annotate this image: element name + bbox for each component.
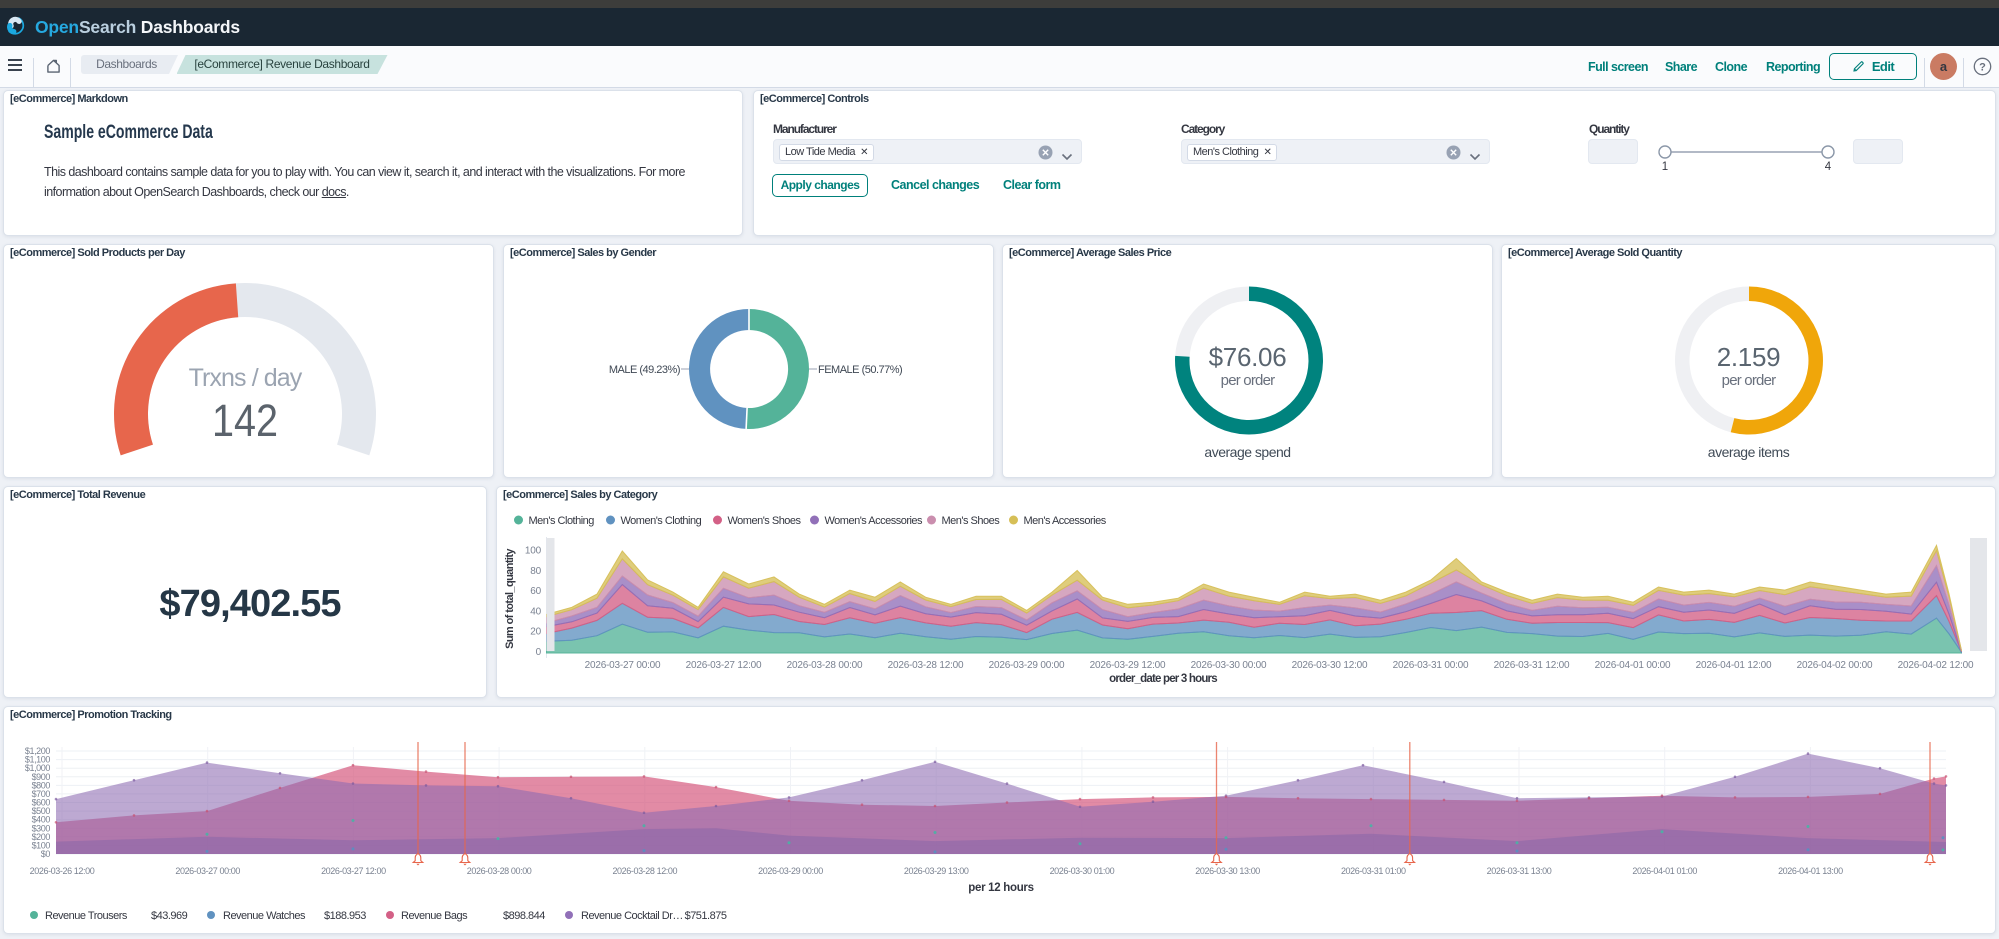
svg-text:2026-03-28 12:00: 2026-03-28 12:00 bbox=[888, 660, 964, 671]
svg-text:2026-03-31 12:00: 2026-03-31 12:00 bbox=[1494, 660, 1570, 671]
svg-text:Revenue Trousers: Revenue Trousers bbox=[45, 910, 128, 922]
svg-text:2026-03-31 13:00: 2026-03-31 13:00 bbox=[1487, 866, 1552, 876]
svg-text:2026-03-27 12:00: 2026-03-27 12:00 bbox=[321, 866, 386, 876]
svg-text:2026-03-26 12:00: 2026-03-26 12:00 bbox=[30, 866, 95, 876]
svg-text:per 12 hours: per 12 hours bbox=[968, 882, 1033, 894]
svg-text:$500: $500 bbox=[32, 806, 51, 816]
svg-text:2026-03-30 01:00: 2026-03-30 01:00 bbox=[1050, 866, 1115, 876]
svg-text:0: 0 bbox=[536, 647, 542, 658]
svg-text:2026-03-29 13:00: 2026-03-29 13:00 bbox=[904, 866, 969, 876]
svg-text:$400: $400 bbox=[32, 815, 51, 825]
svg-text:2026-03-31 00:00: 2026-03-31 00:00 bbox=[1393, 660, 1469, 671]
svg-text:$1,000: $1,000 bbox=[25, 763, 51, 773]
svg-text:2026-03-28 00:00: 2026-03-28 00:00 bbox=[787, 660, 863, 671]
svg-text:Revenue Cocktail Dr… $751.875: Revenue Cocktail Dr… $751.875 bbox=[581, 910, 727, 922]
svg-text:$1,100: $1,100 bbox=[25, 755, 51, 765]
svg-text:80: 80 bbox=[530, 566, 541, 577]
svg-text:2026-04-02 12:00: 2026-04-02 12:00 bbox=[1898, 660, 1974, 671]
svg-text:2026-03-27 00:00: 2026-03-27 00:00 bbox=[175, 866, 240, 876]
svg-text:Men's Clothing: Men's Clothing bbox=[529, 515, 595, 527]
svg-text:order_date per 3 hours: order_date per 3 hours bbox=[1109, 673, 1217, 685]
svg-text:2026-04-01 13:00: 2026-04-01 13:00 bbox=[1778, 866, 1843, 876]
svg-text:2026-03-28 00:00: 2026-03-28 00:00 bbox=[467, 866, 532, 876]
svg-text:60: 60 bbox=[530, 586, 541, 597]
svg-text:$300: $300 bbox=[32, 823, 51, 833]
svg-text:2026-03-27 00:00: 2026-03-27 00:00 bbox=[585, 660, 661, 671]
svg-text:FEMALE (50.77%): FEMALE (50.77%) bbox=[818, 364, 902, 376]
svg-text:2026-04-02 00:00: 2026-04-02 00:00 bbox=[1797, 660, 1873, 671]
svg-text:100: 100 bbox=[525, 546, 542, 557]
svg-text:?: ? bbox=[1979, 61, 1986, 73]
svg-text:20: 20 bbox=[530, 627, 541, 638]
svg-text:$800: $800 bbox=[32, 780, 51, 790]
svg-text:Women's Clothing: Women's Clothing bbox=[621, 515, 702, 527]
svg-text:$100: $100 bbox=[32, 840, 51, 850]
svg-text:2026-04-01 01:00: 2026-04-01 01:00 bbox=[1632, 866, 1697, 876]
svg-text:1: 1 bbox=[1662, 161, 1668, 173]
svg-text:Revenue Watches: Revenue Watches bbox=[223, 910, 306, 922]
svg-text:2026-04-01 12:00: 2026-04-01 12:00 bbox=[1696, 660, 1772, 671]
svg-text:$898.844: $898.844 bbox=[503, 910, 545, 922]
svg-text:Sum of total_quantity: Sum of total_quantity bbox=[504, 548, 516, 649]
svg-text:2026-03-29 00:00: 2026-03-29 00:00 bbox=[758, 866, 823, 876]
svg-text:40: 40 bbox=[530, 606, 541, 617]
svg-text:2026-03-30 13:00: 2026-03-30 13:00 bbox=[1195, 866, 1260, 876]
svg-text:2026-03-30 12:00: 2026-03-30 12:00 bbox=[1292, 660, 1368, 671]
svg-text:2026-03-29 00:00: 2026-03-29 00:00 bbox=[989, 660, 1065, 671]
svg-text:2026-03-30 00:00: 2026-03-30 00:00 bbox=[1191, 660, 1267, 671]
svg-text:2026-03-28 12:00: 2026-03-28 12:00 bbox=[612, 866, 677, 876]
svg-text:2026-03-27 12:00: 2026-03-27 12:00 bbox=[686, 660, 762, 671]
svg-text:Women's Shoes: Women's Shoes bbox=[728, 515, 802, 527]
svg-text:Women's Accessories: Women's Accessories bbox=[825, 515, 924, 527]
svg-text:2026-03-31 01:00: 2026-03-31 01:00 bbox=[1341, 866, 1406, 876]
svg-text:$900: $900 bbox=[32, 772, 51, 782]
svg-text:2026-03-29 12:00: 2026-03-29 12:00 bbox=[1090, 660, 1166, 671]
svg-text:Men's Accessories: Men's Accessories bbox=[1024, 515, 1107, 527]
svg-text:4: 4 bbox=[1825, 161, 1832, 173]
svg-text:Revenue Bags: Revenue Bags bbox=[401, 910, 468, 922]
svg-text:MALE (49.23%): MALE (49.23%) bbox=[609, 364, 680, 376]
svg-text:2026-04-01 00:00: 2026-04-01 00:00 bbox=[1595, 660, 1671, 671]
svg-text:Men's Shoes: Men's Shoes bbox=[942, 515, 1001, 527]
svg-text:$1,200: $1,200 bbox=[25, 746, 51, 756]
svg-text:$600: $600 bbox=[32, 798, 51, 808]
svg-text:$188.953: $188.953 bbox=[324, 910, 366, 922]
svg-text:$0: $0 bbox=[41, 849, 51, 859]
svg-text:$43.969: $43.969 bbox=[151, 910, 188, 922]
